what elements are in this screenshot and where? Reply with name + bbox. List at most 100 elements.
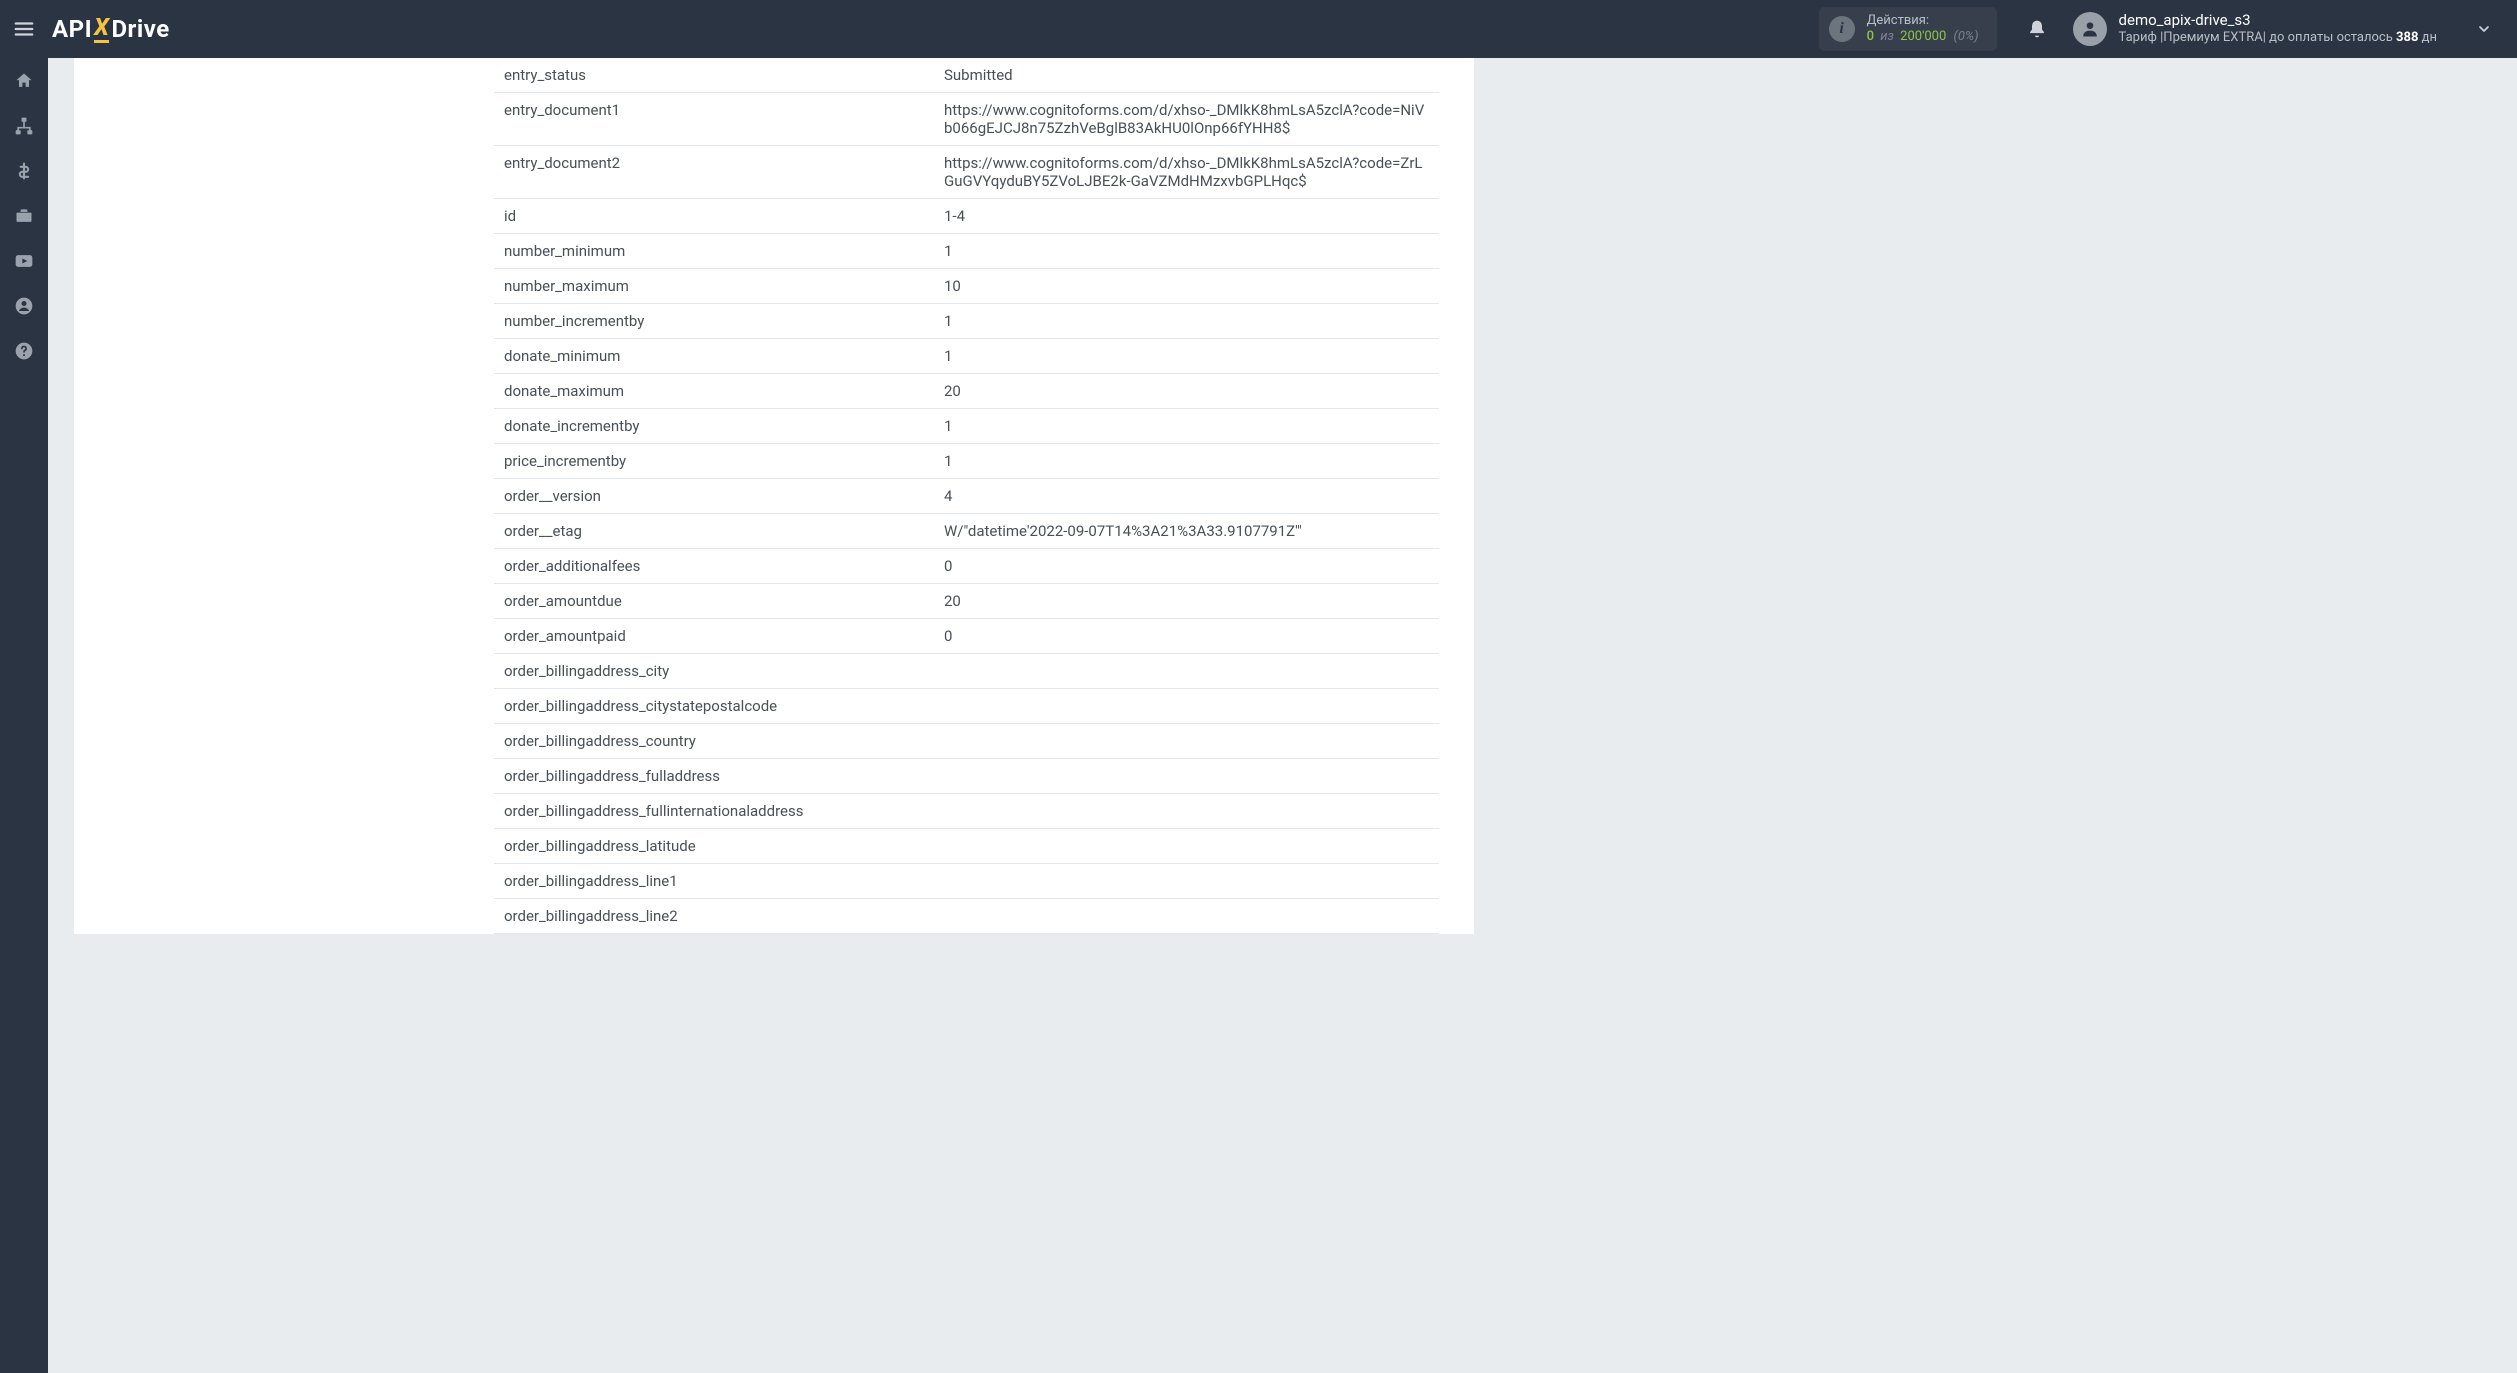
data-panel: entry_statusSubmittedentry_document1http…: [74, 58, 1474, 934]
actions-text: Действия: 0 из 200'000 (0%): [1867, 13, 1979, 44]
data-key: order_amountdue: [494, 584, 944, 618]
data-row: donate_maximum20: [494, 374, 1439, 409]
user-tariff: Тариф |Премиум EXTRA| до оплаты осталось…: [2119, 30, 2437, 47]
data-row: price_incrementby1: [494, 444, 1439, 479]
data-row: donate_incrementby1: [494, 409, 1439, 444]
data-value: 4: [944, 479, 1439, 513]
sidebar-item-projects[interactable]: [0, 193, 48, 238]
sidebar: [0, 58, 48, 1373]
data-key: order_amountpaid: [494, 619, 944, 653]
sidebar-item-billing[interactable]: [0, 148, 48, 193]
data-row: entry_statusSubmitted: [494, 58, 1439, 93]
data-key: order_billingaddress_line1: [494, 864, 944, 898]
data-value: [944, 689, 1439, 723]
actions-label: Действия:: [1867, 13, 1979, 29]
data-value: 1-4: [944, 199, 1439, 233]
briefcase-icon: [14, 206, 34, 226]
hamburger-menu-button[interactable]: [0, 0, 48, 58]
data-key: order_billingaddress_fullinternationalad…: [494, 794, 944, 828]
actions-counter[interactable]: i Действия: 0 из 200'000 (0%): [1819, 7, 1997, 50]
user-menu[interactable]: demo_apix-drive_s3 Тариф |Премиум EXTRA|…: [2065, 11, 2507, 47]
data-row: order_amountpaid0: [494, 619, 1439, 654]
data-row: order_amountdue20: [494, 584, 1439, 619]
logo-text-drive: Drive: [111, 15, 169, 43]
data-value: [944, 864, 1439, 898]
actions-value: 0 из 200'000 (0%): [1867, 29, 1979, 45]
data-row: donate_minimum1: [494, 339, 1439, 374]
sidebar-item-help[interactable]: [0, 328, 48, 373]
data-key: order_billingaddress_city: [494, 654, 944, 688]
data-row: order__etagW/"datetime'2022-09-07T14%3A2…: [494, 514, 1439, 549]
sidebar-item-account[interactable]: [0, 283, 48, 328]
data-value: 20: [944, 584, 1439, 618]
data-value: 0: [944, 619, 1439, 653]
data-value: [944, 829, 1439, 863]
data-row: entry_document1https://www.cognitoforms.…: [494, 93, 1439, 146]
data-value: 1: [944, 409, 1439, 443]
question-circle-icon: [14, 341, 34, 361]
data-key: entry_document1: [494, 93, 944, 145]
logo[interactable]: API X Drive: [52, 15, 170, 43]
data-key: donate_minimum: [494, 339, 944, 373]
data-row: order_billingaddress_latitude: [494, 829, 1439, 864]
data-row: order_billingaddress_line1: [494, 864, 1439, 899]
main-content: entry_statusSubmittedentry_document1http…: [48, 58, 2517, 1373]
data-value: 10: [944, 269, 1439, 303]
data-key: order__etag: [494, 514, 944, 548]
data-value: 20: [944, 374, 1439, 408]
data-value: 1: [944, 339, 1439, 373]
hamburger-icon: [13, 18, 35, 40]
data-row: entry_document2https://www.cognitoforms.…: [494, 146, 1439, 199]
user-circle-icon: [14, 296, 34, 316]
user-text: demo_apix-drive_s3 Тариф |Премиум EXTRA|…: [2119, 11, 2437, 47]
data-key: price_incrementby: [494, 444, 944, 478]
data-row: order_additionalfees0: [494, 549, 1439, 584]
data-value: Submitted: [944, 58, 1439, 92]
chevron-down-icon: [2469, 21, 2499, 37]
sidebar-item-home[interactable]: [0, 58, 48, 103]
data-value: https://www.cognitoforms.com/d/xhso-_DMl…: [944, 93, 1439, 145]
user-icon: [2080, 19, 2100, 39]
data-key: donate_maximum: [494, 374, 944, 408]
data-key: entry_document2: [494, 146, 944, 198]
topbar: API X Drive i Действия: 0 из 200'000 (0%…: [0, 0, 2517, 58]
data-value: 1: [944, 304, 1439, 338]
data-row: order_billingaddress_fullinternationalad…: [494, 794, 1439, 829]
data-row: number_minimum1: [494, 234, 1439, 269]
data-key: order_additionalfees: [494, 549, 944, 583]
home-icon: [14, 71, 34, 91]
data-key: order_billingaddress_fulladdress: [494, 759, 944, 793]
data-value: 1: [944, 444, 1439, 478]
data-key: order_billingaddress_citystatepostalcode: [494, 689, 944, 723]
data-value: W/"datetime'2022-09-07T14%3A21%3A33.9107…: [944, 514, 1439, 548]
data-row: number_incrementby1: [494, 304, 1439, 339]
data-key: order_billingaddress_latitude: [494, 829, 944, 863]
data-key: id: [494, 199, 944, 233]
data-row: id1-4: [494, 199, 1439, 234]
data-row: order_billingaddress_fulladdress: [494, 759, 1439, 794]
data-row: order_billingaddress_line2: [494, 899, 1439, 934]
data-key: order_billingaddress_line2: [494, 899, 944, 933]
user-name: demo_apix-drive_s3: [2119, 11, 2437, 31]
logo-text-x: X: [94, 15, 109, 43]
data-row: order_billingaddress_country: [494, 724, 1439, 759]
data-value: https://www.cognitoforms.com/d/xhso-_DMl…: [944, 146, 1439, 198]
avatar: [2073, 12, 2107, 46]
sidebar-item-connections[interactable]: [0, 103, 48, 148]
data-key: entry_status: [494, 58, 944, 92]
data-key: order__version: [494, 479, 944, 513]
data-value: [944, 654, 1439, 688]
dollar-icon: [14, 161, 34, 181]
data-key: number_incrementby: [494, 304, 944, 338]
data-value: [944, 759, 1439, 793]
data-value: [944, 724, 1439, 758]
sitemap-icon: [14, 116, 34, 136]
data-key: number_minimum: [494, 234, 944, 268]
data-value: 1: [944, 234, 1439, 268]
data-row: order__version4: [494, 479, 1439, 514]
data-key: donate_incrementby: [494, 409, 944, 443]
data-row: order_billingaddress_city: [494, 654, 1439, 689]
data-key: order_billingaddress_country: [494, 724, 944, 758]
notifications-button[interactable]: [2017, 9, 2057, 49]
sidebar-item-video[interactable]: [0, 238, 48, 283]
